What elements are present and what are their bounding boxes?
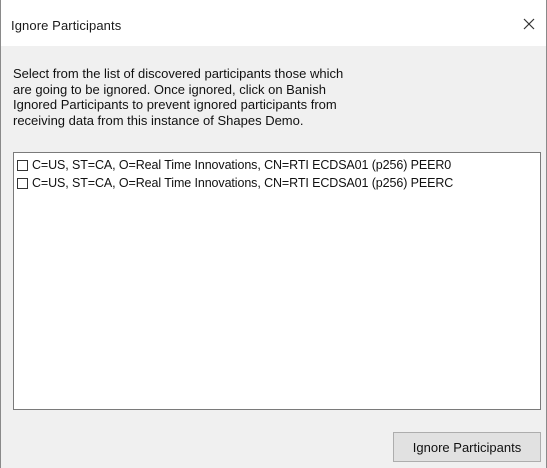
participants-list[interactable]: C=US, ST=CA, O=Real Time Innovations, CN… (13, 152, 541, 410)
instructions-line: receiving data from this instance of Sha… (13, 112, 304, 128)
participant-checkbox[interactable] (17, 159, 28, 171)
close-icon (523, 18, 535, 30)
title-bar: Ignore Participants (1, 6, 546, 46)
instructions-text: Select from the list of discovered parti… (13, 66, 433, 128)
participant-label: C=US, ST=CA, O=Real Time Innovations, CN… (32, 158, 452, 172)
participant-list-item[interactable]: C=US, ST=CA, O=Real Time Innovations, CN… (17, 174, 540, 192)
instructions-line: Ignored Participants to prevent ignored … (13, 97, 337, 112)
instructions-line: Select from the list of discovered parti… (13, 66, 344, 81)
instructions-line: are going to be ignored. Once ignored, c… (13, 81, 326, 97)
participant-checkbox[interactable] (17, 177, 28, 189)
dialog-title: Ignore Participants (11, 18, 122, 33)
dialog-content: Select from the list of discovered parti… (1, 46, 546, 468)
participant-label: C=US, ST=CA, O=Real Time Innovations, CN… (32, 176, 454, 190)
participant-list-item[interactable]: C=US, ST=CA, O=Real Time Innovations, CN… (17, 156, 540, 174)
close-button[interactable] (514, 10, 544, 38)
ignore-participants-dialog: Ignore Participants Select from the list… (0, 0, 547, 468)
ignore-participants-button[interactable]: Ignore Participants (393, 432, 541, 462)
